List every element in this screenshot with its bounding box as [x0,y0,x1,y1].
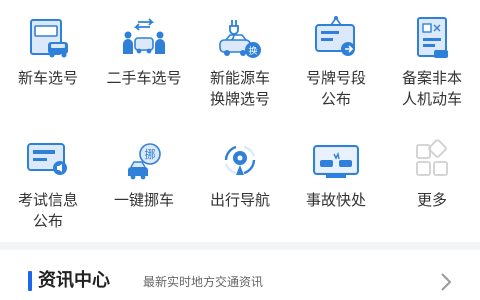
service-label: 出行导航 [209,191,270,209]
service-label: 新能源车 换牌选号 [209,69,270,108]
service-label: 考试信息 公布 [17,191,78,230]
news-center-title: 资讯中心 [38,270,110,291]
plate-range-icon [315,16,355,56]
service-label: 更多 [416,191,447,209]
service-grid: 新车选号 二手车选号 换 新能源车 换牌选号 号牌号段 公布 备案非本 人机动车… [0,0,480,242]
service-label: 新车选号 [17,69,78,87]
service-label: 事故快处 [305,191,366,209]
service-label: 号牌号段 公布 [305,69,366,108]
accent-bar [28,271,32,291]
chevron-right-icon[interactable] [436,270,456,294]
section-divider [0,242,480,250]
service-label: 二手车选号 [106,69,182,87]
exam-info-icon [27,143,67,175]
service-label: 一键挪车 [113,191,174,209]
vehicle-registration-icon [417,17,448,58]
news-center-header[interactable]: 资讯中心 最新实时地方交通资讯 [0,250,480,300]
accident-icon [313,145,359,178]
service-label: 备案非本 人机动车 [401,69,462,108]
ev-car-icon: 换 [219,20,261,58]
navigation-icon [224,145,256,175]
news-center-subtitle: 最新实时地方交通资讯 [143,275,264,289]
used-car-plate-icon [123,18,165,54]
new-car-plate-icon [30,19,68,58]
more-grid-icon [416,139,448,176]
svg-text:挪: 挪 [145,147,156,161]
svg-text:换: 换 [248,45,257,57]
move-car-icon: 挪 [128,143,161,180]
